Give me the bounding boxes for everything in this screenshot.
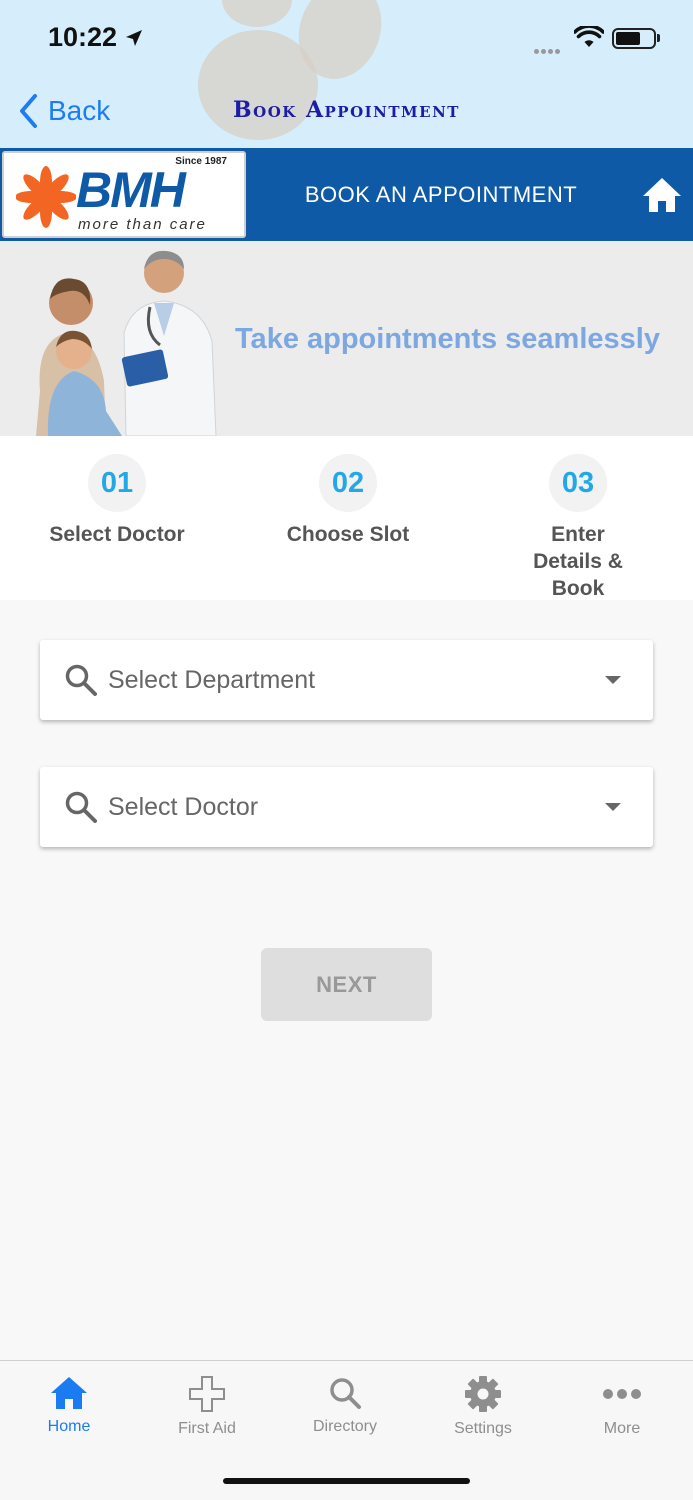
search-icon [330,1378,361,1409]
bmh-logo: Since 1987 BMH more than care [2,151,246,238]
logo-mark: BMH [76,162,186,218]
gear-icon [465,1376,501,1412]
logo-tagline: more than care [78,216,207,233]
department-placeholder: Select Department [108,665,316,694]
step-number: 01 [88,454,146,512]
tab-home[interactable]: Home [0,1361,138,1451]
tab-label: Directory [312,1418,377,1435]
battery-icon [612,28,656,49]
tab-label: Settings [454,1420,512,1437]
step-enter-details: 03 Enter Details & Book [478,454,678,602]
tab-label: More [603,1420,641,1437]
step-number: 03 [549,454,607,512]
booking-steps: 01 Select Doctor 02 Choose Slot 03 Enter… [0,436,693,600]
banner-title: BOOK AN APPOINTMENT [304,181,578,207]
home-indicator [223,1478,470,1484]
home-icon[interactable] [641,176,683,214]
tab-settings[interactable]: Settings [414,1361,552,1451]
flower-logo-icon [16,166,76,228]
hero-banner: Take appointments seamlessly [0,241,693,436]
step-label: Choose Slot [286,523,410,546]
plus-icon [189,1376,225,1412]
wifi-icon [574,26,604,47]
battery-tip [657,34,660,42]
step-number: 02 [319,454,377,512]
step-choose-slot: 02 Choose Slot [248,454,448,548]
app-header: 10:22 Back Book Appointment [0,0,693,148]
department-select[interactable]: Select Department [40,640,653,720]
step-label: Enter Details & Book [533,523,623,600]
location-arrow-icon [126,30,142,46]
home-icon [51,1377,87,1409]
next-button[interactable]: NEXT [261,948,432,1021]
search-icon [65,664,97,696]
tab-directory[interactable]: Directory [276,1361,414,1451]
paw-decoration [222,0,292,27]
tab-label: Home [47,1418,91,1435]
page-title: Book Appointment [233,97,460,123]
cellular-signal-icon [534,41,562,59]
doctor-select[interactable]: Select Doctor [40,767,653,847]
search-icon [65,791,97,823]
chevron-down-icon [605,676,621,684]
app-banner: Since 1987 BMH more than care BOOK AN AP… [0,148,693,241]
doctor-family-illustration [36,250,217,436]
tab-first-aid[interactable]: First Aid [138,1361,276,1451]
tab-more[interactable]: More [553,1361,691,1451]
more-icon [603,1389,641,1399]
hero-tagline: Take appointments seamlessly [235,323,660,355]
step-select-doctor: 01 Select Doctor [17,454,217,548]
doctor-placeholder: Select Doctor [108,792,259,821]
tab-label: First Aid [178,1420,236,1437]
step-label: Select Doctor [49,523,185,546]
status-time: 10:22 [48,22,118,52]
chevron-down-icon [605,803,621,811]
